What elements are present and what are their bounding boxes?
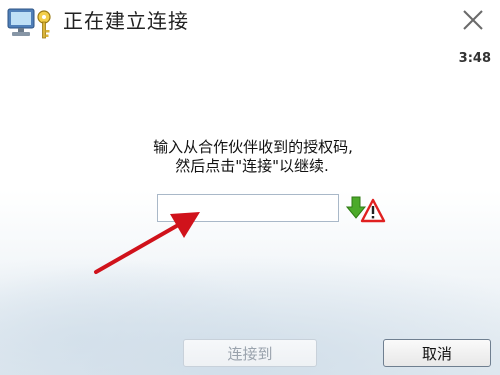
- download-warning-icon: [346, 196, 386, 223]
- cancel-button[interactable]: 取消: [383, 339, 491, 367]
- computer-key-icon: [7, 8, 51, 39]
- instruction-line-1: 输入从合作伙伴收到的授权码,: [153, 138, 353, 156]
- instruction-text: 输入从合作伙伴收到的授权码, 然后点击"连接"以继续.: [0, 138, 500, 176]
- red-arrow-icon: [94, 212, 200, 274]
- instruction-line-2: 然后点击"连接"以继续.: [175, 157, 329, 175]
- countdown-timer: 3:48: [458, 51, 491, 66]
- title-bar: 正在建立连接: [0, 0, 500, 44]
- connection-dialog: 正在建立连接 3:48 输入从合作伙伴收到的授权码, 然后点击"连接"以继续. …: [0, 0, 500, 375]
- connect-button[interactable]: 连接到: [183, 339, 317, 367]
- close-icon[interactable]: [455, 4, 491, 38]
- window-title: 正在建立连接: [63, 9, 189, 33]
